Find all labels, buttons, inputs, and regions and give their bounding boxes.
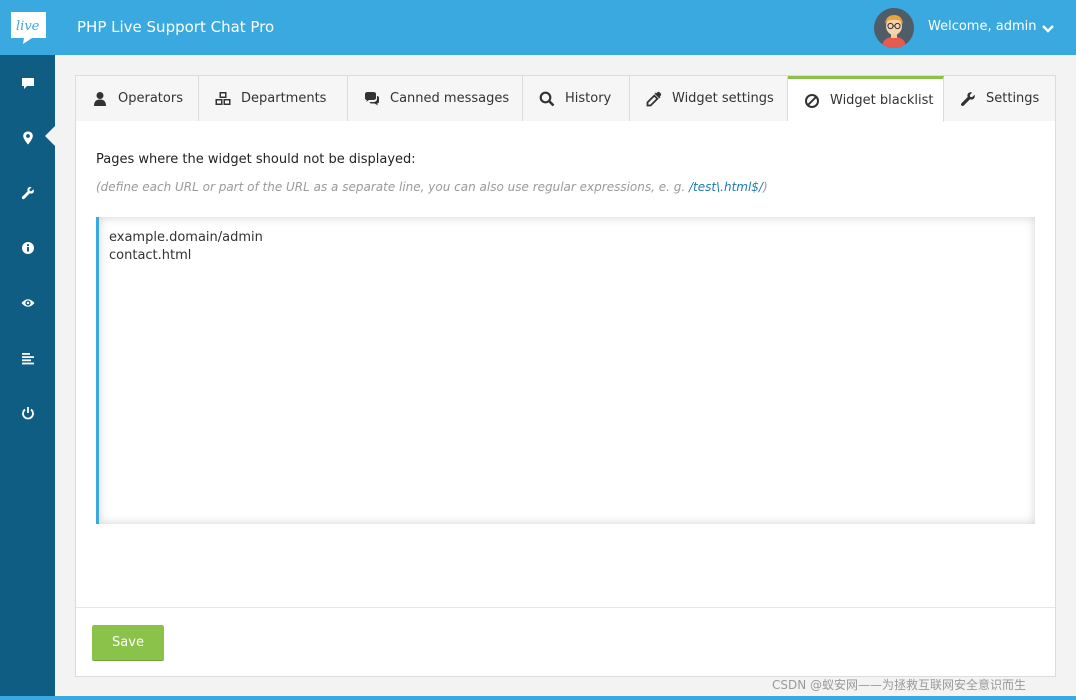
power-icon — [21, 406, 34, 419]
cubes-icon — [215, 91, 231, 105]
active-indicator — [45, 126, 55, 146]
sidebar-item-settings[interactable] — [0, 165, 55, 220]
sidebar-item-reports[interactable] — [0, 330, 55, 385]
bottom-strip — [0, 696, 1076, 700]
avatar-icon — [874, 8, 914, 48]
watermark-text: CSDN @蚁安网——为拯救互联网安全意识而生 — [772, 678, 1027, 692]
top-header: live PHP Live Support Chat Pro Welcome, … — [0, 0, 1076, 55]
tab-label: Canned messages — [390, 91, 510, 106]
map-pin-icon — [22, 131, 33, 144]
info-icon — [21, 241, 34, 254]
hint-suffix: ) — [762, 180, 768, 194]
tab-label: Widget settings — [672, 91, 774, 106]
chat-icon — [21, 77, 34, 89]
tab-history[interactable]: History — [523, 76, 630, 121]
logo-text: live — [16, 19, 40, 34]
user-avatar[interactable] — [874, 8, 914, 48]
list-icon — [21, 352, 34, 364]
tab-departments[interactable]: Departments — [199, 76, 348, 121]
settings-panel: Operators Departments Canned messages Hi… — [75, 75, 1056, 677]
hint-regex-example: /test\.html$/ — [689, 180, 763, 194]
blacklist-hint: (define each URL or part of the URL as a… — [96, 180, 768, 194]
save-button[interactable]: Save — [92, 625, 164, 660]
blacklist-label: Pages where the widget should not be dis… — [96, 152, 416, 167]
wrench-icon — [21, 186, 34, 199]
search-icon — [539, 91, 555, 106]
tab-operators[interactable]: Operators — [76, 76, 199, 121]
sidebar-item-monitor[interactable] — [0, 275, 55, 330]
live-logo-icon[interactable]: live — [10, 11, 47, 45]
tab-settings[interactable]: Settings — [944, 76, 1055, 121]
tab-label: Departments — [241, 91, 327, 106]
eye-icon — [21, 298, 34, 307]
tab-widget-blacklist[interactable]: Widget blacklist — [788, 76, 944, 122]
tab-label: Operators — [118, 91, 183, 106]
ban-icon — [805, 93, 819, 108]
tab-label: Widget blacklist — [830, 93, 934, 108]
sidebar-item-chats[interactable] — [0, 55, 55, 110]
sidebar-item-logout[interactable] — [0, 385, 55, 440]
tab-widget-settings[interactable]: Widget settings — [630, 76, 788, 121]
comments-icon — [365, 91, 379, 105]
footer-divider — [76, 607, 1055, 608]
user-icon — [94, 91, 106, 106]
tab-label: Settings — [986, 91, 1040, 106]
blacklist-urls-textarea[interactable]: example.domain/admin contact.html — [96, 217, 1035, 524]
hint-prefix: (define each URL or part of the URL as a… — [96, 180, 690, 194]
tab-canned-messages[interactable]: Canned messages — [348, 76, 523, 121]
tab-label: History — [565, 91, 612, 106]
welcome-text[interactable]: Welcome, admin — [928, 19, 1036, 34]
app-title: PHP Live Support Chat Pro — [77, 18, 275, 36]
tab-bar: Operators Departments Canned messages Hi… — [76, 76, 1055, 122]
wrench-icon — [960, 91, 975, 106]
sidebar-item-info[interactable] — [0, 220, 55, 275]
chevron-down-icon[interactable] — [1040, 21, 1056, 37]
sidebar — [0, 55, 55, 700]
eyedropper-icon — [646, 91, 662, 106]
